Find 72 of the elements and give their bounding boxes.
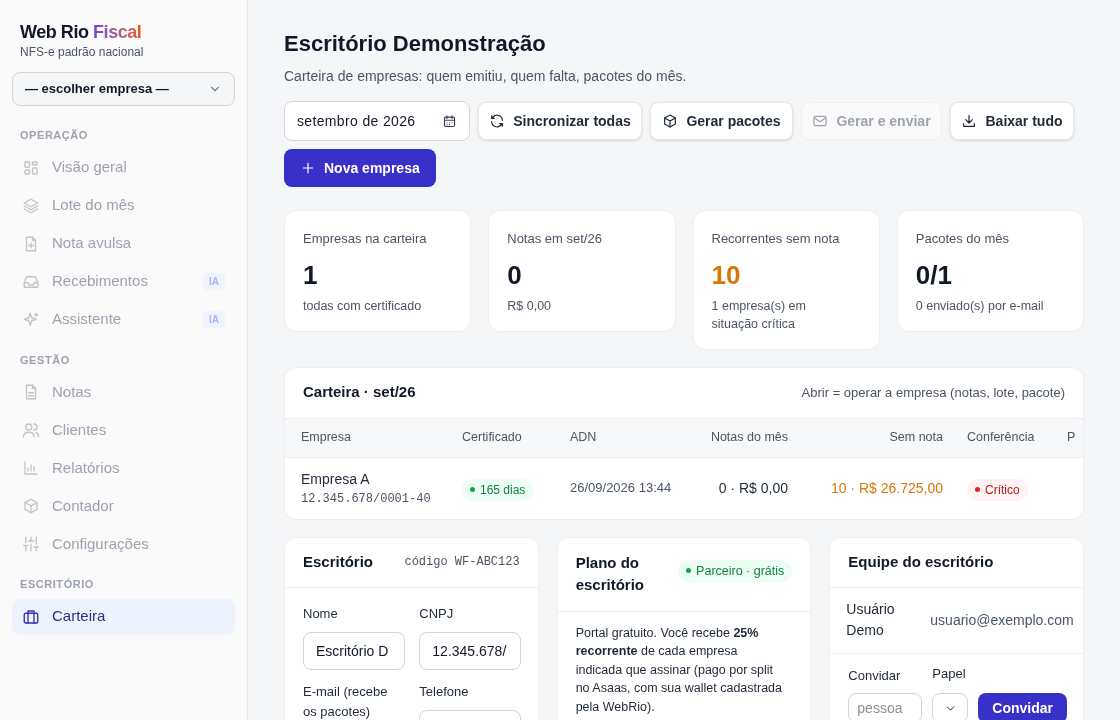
stat-value: 0/1 xyxy=(915,258,953,291)
column-header: Conferência xyxy=(967,429,1036,447)
field-label: Nome xyxy=(303,604,339,623)
column-header: Notas do mês xyxy=(709,429,788,447)
stat-note: 0 enviado(s) por e-mail xyxy=(915,297,1045,315)
invite-button[interactable]: Convidar xyxy=(978,693,1067,720)
plan-badge: Parceiro · grátis xyxy=(678,559,793,583)
sidebar-item[interactable]: Carteira xyxy=(12,598,235,635)
sidebar-item[interactable]: Notas xyxy=(12,374,235,410)
stat-label: Notas em set/26 xyxy=(507,230,603,248)
column-header: Sem nota xyxy=(888,429,943,447)
field-label: Convidar xyxy=(848,666,902,685)
ai-badge: IA xyxy=(203,273,225,290)
section-heading: ESCRITÓRIO xyxy=(19,577,95,592)
sidebar-item[interactable]: Assistente IA xyxy=(12,301,235,338)
page-subtitle: Carteira de empresas: quem emitiu, quem falta, pacotes do mês. xyxy=(284,67,688,86)
sidebar-item[interactable]: Contador xyxy=(12,488,235,524)
app-logo: Web Rio Fiscal xyxy=(19,21,143,44)
month-field[interactable]: setembro de 2026 xyxy=(284,101,470,141)
input-field[interactable]: 12.345.678/ xyxy=(419,631,522,670)
table-cell-text: 0 · R$ 0,00 xyxy=(717,478,788,498)
field-label: Telefone xyxy=(419,682,470,701)
stat-label: Recorrentes sem nota xyxy=(711,230,841,248)
sidebar-item[interactable]: Clientes xyxy=(12,412,235,448)
panel-title: Plano do escritório xyxy=(575,553,645,595)
table-title: Carteira · set/26 xyxy=(303,382,416,403)
company-name: Empresa A xyxy=(301,469,371,489)
column-header: P xyxy=(1067,429,1077,447)
stat-label: Pacotes do mês xyxy=(915,230,1010,248)
panel-title: Escritório xyxy=(303,551,374,572)
stat-value: 10 xyxy=(711,258,742,291)
field-label: E-mail (recebe os pacotes) xyxy=(303,682,389,720)
status-badge: Crítico xyxy=(967,478,1028,501)
sidebar-item[interactable]: Relatórios xyxy=(12,450,235,486)
stat-note: 1 empresa(s) em situação crítica xyxy=(711,297,807,333)
invite-field[interactable]: pessoa xyxy=(848,693,923,720)
new-company-button[interactable]: Nova empresa xyxy=(284,149,436,187)
field-label: CNPJ xyxy=(419,604,455,623)
app-subtitle: NFS-e padrão nacional xyxy=(19,44,145,60)
company-select[interactable]: — escolher empresa — xyxy=(12,72,235,106)
member-name: Usuário Demo xyxy=(846,600,896,640)
member-email: usuario@exemplo.com xyxy=(930,610,1074,630)
stat-label: Empresas na carteira xyxy=(303,230,428,248)
office-code: código WF-ABC123 xyxy=(404,554,520,571)
plan-description: Portal gratuito. Você recebe 25% recorrente de cada empresa indicada que assinar (pago por split no Asaas, com sua wallet cadastrada pela WebRio). xyxy=(574,624,784,716)
table-cell-text: 26/09/2026 13:44 xyxy=(570,479,673,498)
stat-value: 1 xyxy=(303,258,319,291)
sidebar-item[interactable]: Lote do mês xyxy=(12,187,235,224)
stat-value: 0 xyxy=(507,258,523,291)
panel-title: Equipe do escritório xyxy=(830,537,1083,588)
sidebar-item[interactable]: Configurações xyxy=(12,526,235,562)
table-hint: Abrir = operar a empresa (notas, lote, pacote) xyxy=(801,383,1065,402)
certificate-badge: 165 dias xyxy=(462,478,534,501)
section-heading: OPERAÇÃO xyxy=(19,128,89,143)
company-cnpj: 12.345.678/0001-40 xyxy=(301,490,432,508)
sidebar-item[interactable]: Visão geral xyxy=(12,149,235,186)
toolbar-button[interactable]: Sincronizar todas xyxy=(478,102,642,140)
stat-note: todas com certificado xyxy=(303,297,423,315)
toolbar-button[interactable]: Baixar tudo xyxy=(950,102,1074,140)
column-header: Empresa xyxy=(301,429,353,447)
stat-note: R$ 0,00 xyxy=(507,297,553,315)
page-title: Escritório Demonstração xyxy=(284,30,547,58)
ai-badge: IA xyxy=(203,311,225,328)
table-cell-text: 10 · R$ 26.725,00 xyxy=(829,478,943,498)
sidebar-item[interactable]: Nota avulsa xyxy=(12,225,235,262)
field-label: Papel xyxy=(932,664,967,683)
column-header: ADN xyxy=(570,429,598,447)
toolbar-button[interactable]: Gerar pacotes xyxy=(650,102,793,140)
column-header: Certificado xyxy=(462,429,523,447)
section-heading: GESTÃO xyxy=(19,352,71,368)
sidebar-item[interactable]: Recebimentos IA xyxy=(12,263,235,300)
input-field[interactable]: Escritório D xyxy=(303,631,405,670)
